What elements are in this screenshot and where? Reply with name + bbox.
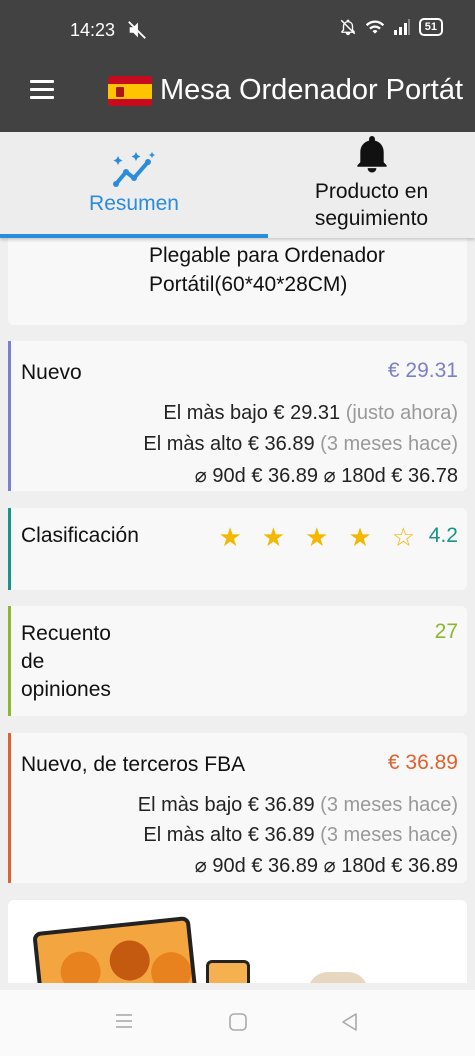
new-highest-row: El màs alto € 36.89 (3 meses hace) bbox=[143, 433, 458, 455]
rating-label: Clasificación bbox=[21, 524, 139, 547]
product-image-cup bbox=[308, 972, 368, 983]
active-tab-indicator bbox=[0, 234, 268, 238]
fba-lowest-row: El màs bajo € 36.89 (3 meses hace) bbox=[137, 794, 458, 816]
rating-value: 4.2 bbox=[428, 524, 458, 547]
system-nav-bar bbox=[0, 990, 475, 1056]
page-title: Mesa Ordenador Portát bbox=[160, 74, 464, 106]
star-empty-icon: ☆ bbox=[391, 522, 415, 552]
review-count-card[interactable]: Recuento de opiniones 27 bbox=[8, 606, 467, 716]
new-price-card[interactable]: Nuevo € 29.31 El màs bajo € 29.31 (justo… bbox=[8, 341, 467, 491]
product-image-card[interactable] bbox=[8, 900, 467, 983]
menu-icon[interactable] bbox=[30, 80, 54, 102]
rating-card[interactable]: Clasificación ★ ★ ★ ★ ☆ 4.2 bbox=[8, 508, 467, 590]
summary-content[interactable]: para Cama o Sofá , Mesa Plegable para Or… bbox=[0, 238, 475, 983]
wifi-icon bbox=[365, 20, 384, 34]
recents-icon[interactable] bbox=[114, 1012, 134, 1030]
fba-highest-row: El màs alto € 36.89 (3 meses hace) bbox=[143, 824, 458, 846]
home-icon[interactable] bbox=[228, 1012, 248, 1032]
new-label: Nuevo bbox=[21, 361, 82, 384]
status-time: 14:23 bbox=[70, 20, 116, 40]
app-bar: Mesa Ordenador Portát bbox=[0, 60, 475, 132]
bell-icon bbox=[356, 136, 387, 173]
tab-bar: Resumen Producto en seguimiento bbox=[0, 132, 475, 238]
chart-sparkle-icon bbox=[113, 152, 155, 187]
mute-icon bbox=[128, 21, 146, 39]
tab-producto-label: Producto en seguimiento bbox=[314, 180, 429, 230]
tab-resumen[interactable]: Resumen bbox=[0, 132, 268, 238]
product-image-phone bbox=[206, 960, 250, 983]
new-lowest-row: El màs bajo € 29.31 (justo ahora) bbox=[163, 402, 458, 424]
new-average-row: ⌀ 90d € 36.89 ⌀ 180d € 36.78 bbox=[194, 465, 458, 487]
tab-producto-seguimiento[interactable]: Producto en seguimiento bbox=[268, 132, 475, 238]
star-full-icon: ★ bbox=[261, 522, 286, 552]
fba-average-row: ⌀ 90d € 36.89 ⌀ 180d € 36.89 bbox=[194, 855, 458, 877]
alarm-off-icon bbox=[340, 19, 356, 36]
spain-flag-icon bbox=[108, 76, 152, 106]
rating-stars: ★ ★ ★ ★ ☆ bbox=[218, 524, 415, 550]
new-price: € 29.31 bbox=[387, 359, 458, 382]
review-count-value: 27 bbox=[434, 620, 458, 643]
product-image bbox=[32, 915, 198, 983]
star-full-icon: ★ bbox=[218, 522, 242, 552]
fba-price-card[interactable]: Nuevo, de terceros FBA € 36.89 El màs ba… bbox=[8, 733, 467, 883]
back-icon[interactable] bbox=[340, 1012, 360, 1032]
signal-icon bbox=[393, 19, 410, 35]
tab-resumen-label: Resumen bbox=[89, 192, 179, 215]
review-count-label: Recuento de opiniones bbox=[21, 622, 111, 701]
product-name: para Cama o Sofá , Mesa Plegable para Or… bbox=[149, 244, 385, 296]
battery-indicator: 51 bbox=[418, 18, 443, 36]
fba-price: € 36.89 bbox=[387, 751, 458, 774]
star-full-icon: ★ bbox=[348, 522, 372, 552]
product-name-card: para Cama o Sofá , Mesa Plegable para Or… bbox=[8, 238, 467, 325]
fba-label: Nuevo, de terceros FBA bbox=[21, 753, 246, 776]
star-full-icon: ★ bbox=[305, 522, 329, 552]
status-bar: 14:23 51 bbox=[0, 0, 475, 60]
